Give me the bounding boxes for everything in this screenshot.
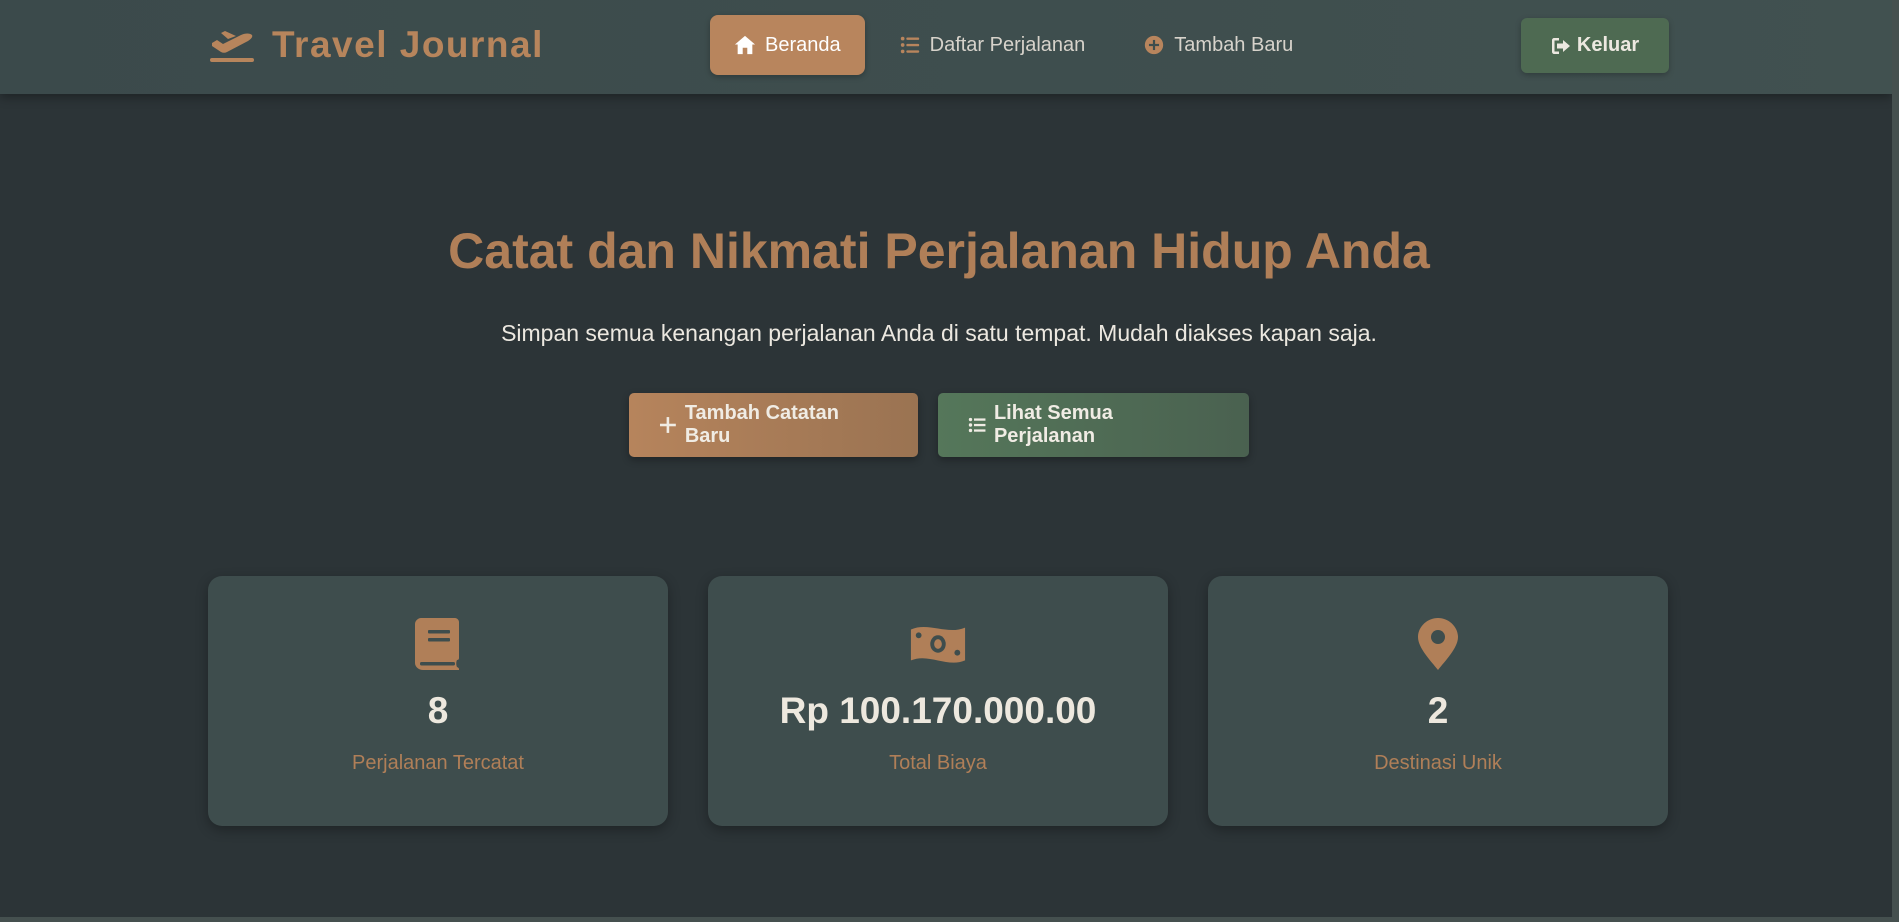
navbar: Travel Journal Beranda Daftar Perjalanan <box>0 0 1892 94</box>
brand-name: Travel Journal <box>272 24 544 65</box>
stat-label: Total Biaya <box>889 752 987 774</box>
hero-title: Catat dan Nikmati Perjalanan Hidup Anda <box>448 223 1430 279</box>
list-icon <box>900 36 919 54</box>
stat-card-total-cost: Rp 100.170.000.00 Total Biaya <box>708 576 1168 826</box>
home-icon <box>734 35 756 55</box>
money-bill-icon <box>910 627 966 663</box>
stat-value: Rp 100.170.000.00 <box>779 690 1097 731</box>
plus-circle-icon <box>1145 35 1164 55</box>
plane-departure-icon <box>210 31 254 62</box>
hero-subtitle: Simpan semua kenangan perjalanan Anda di… <box>501 320 1377 346</box>
card-icon-wrap <box>909 616 967 672</box>
page: Travel Journal Beranda Daftar Perjalanan <box>0 0 1892 917</box>
nav-item-label: Daftar Perjalanan <box>929 33 1086 56</box>
window-edge-bottom <box>0 917 1899 922</box>
plus-icon <box>659 417 676 433</box>
nav-item-beranda[interactable]: Beranda <box>710 15 865 75</box>
logout-label: Keluar <box>1576 34 1640 56</box>
stat-value: 8 <box>427 690 449 731</box>
main-nav: Beranda Daftar Perjalanan Tambah Baru <box>710 15 1317 75</box>
stat-card-destinations: 2 Destinasi Unik <box>1208 576 1668 826</box>
stat-label: Perjalanan Tercatat <box>352 752 524 774</box>
nav-item-label: Tambah Baru <box>1174 33 1294 56</box>
card-icon-wrap <box>415 616 461 672</box>
add-entry-label: Tambah Catatan Baru <box>684 402 839 447</box>
hero-actions: Tambah Catatan Baru Lihat Semua Perjalan… <box>0 393 1878 457</box>
nav-item-daftar-perjalanan[interactable]: Daftar Perjalanan <box>875 15 1110 75</box>
card-icon-wrap <box>1418 616 1458 672</box>
view-all-trips-label: Lihat Semua Perjalanan <box>993 402 1113 447</box>
window-edge-right <box>1892 0 1899 922</box>
add-entry-button[interactable]: Tambah Catatan Baru <box>629 393 918 457</box>
nav-item-label: Beranda <box>765 33 841 56</box>
view-all-trips-button[interactable]: Lihat Semua Perjalanan <box>938 393 1249 457</box>
map-marker-icon <box>1418 618 1458 670</box>
brand-logo[interactable]: Travel Journal <box>208 22 544 68</box>
stat-label: Destinasi Unik <box>1374 752 1502 774</box>
sign-out-icon <box>1551 37 1570 54</box>
nav-item-tambah-baru[interactable]: Tambah Baru <box>1119 15 1317 75</box>
stats-section: 8 Perjalanan Tercatat Rp 100.170.000.00 … <box>208 576 1668 826</box>
book-icon <box>415 618 459 670</box>
list-icon <box>968 417 986 433</box>
stat-card-trips: 8 Perjalanan Tercatat <box>208 576 668 826</box>
stat-value: 2 <box>1427 690 1449 731</box>
logout-button[interactable]: Keluar <box>1521 18 1669 73</box>
